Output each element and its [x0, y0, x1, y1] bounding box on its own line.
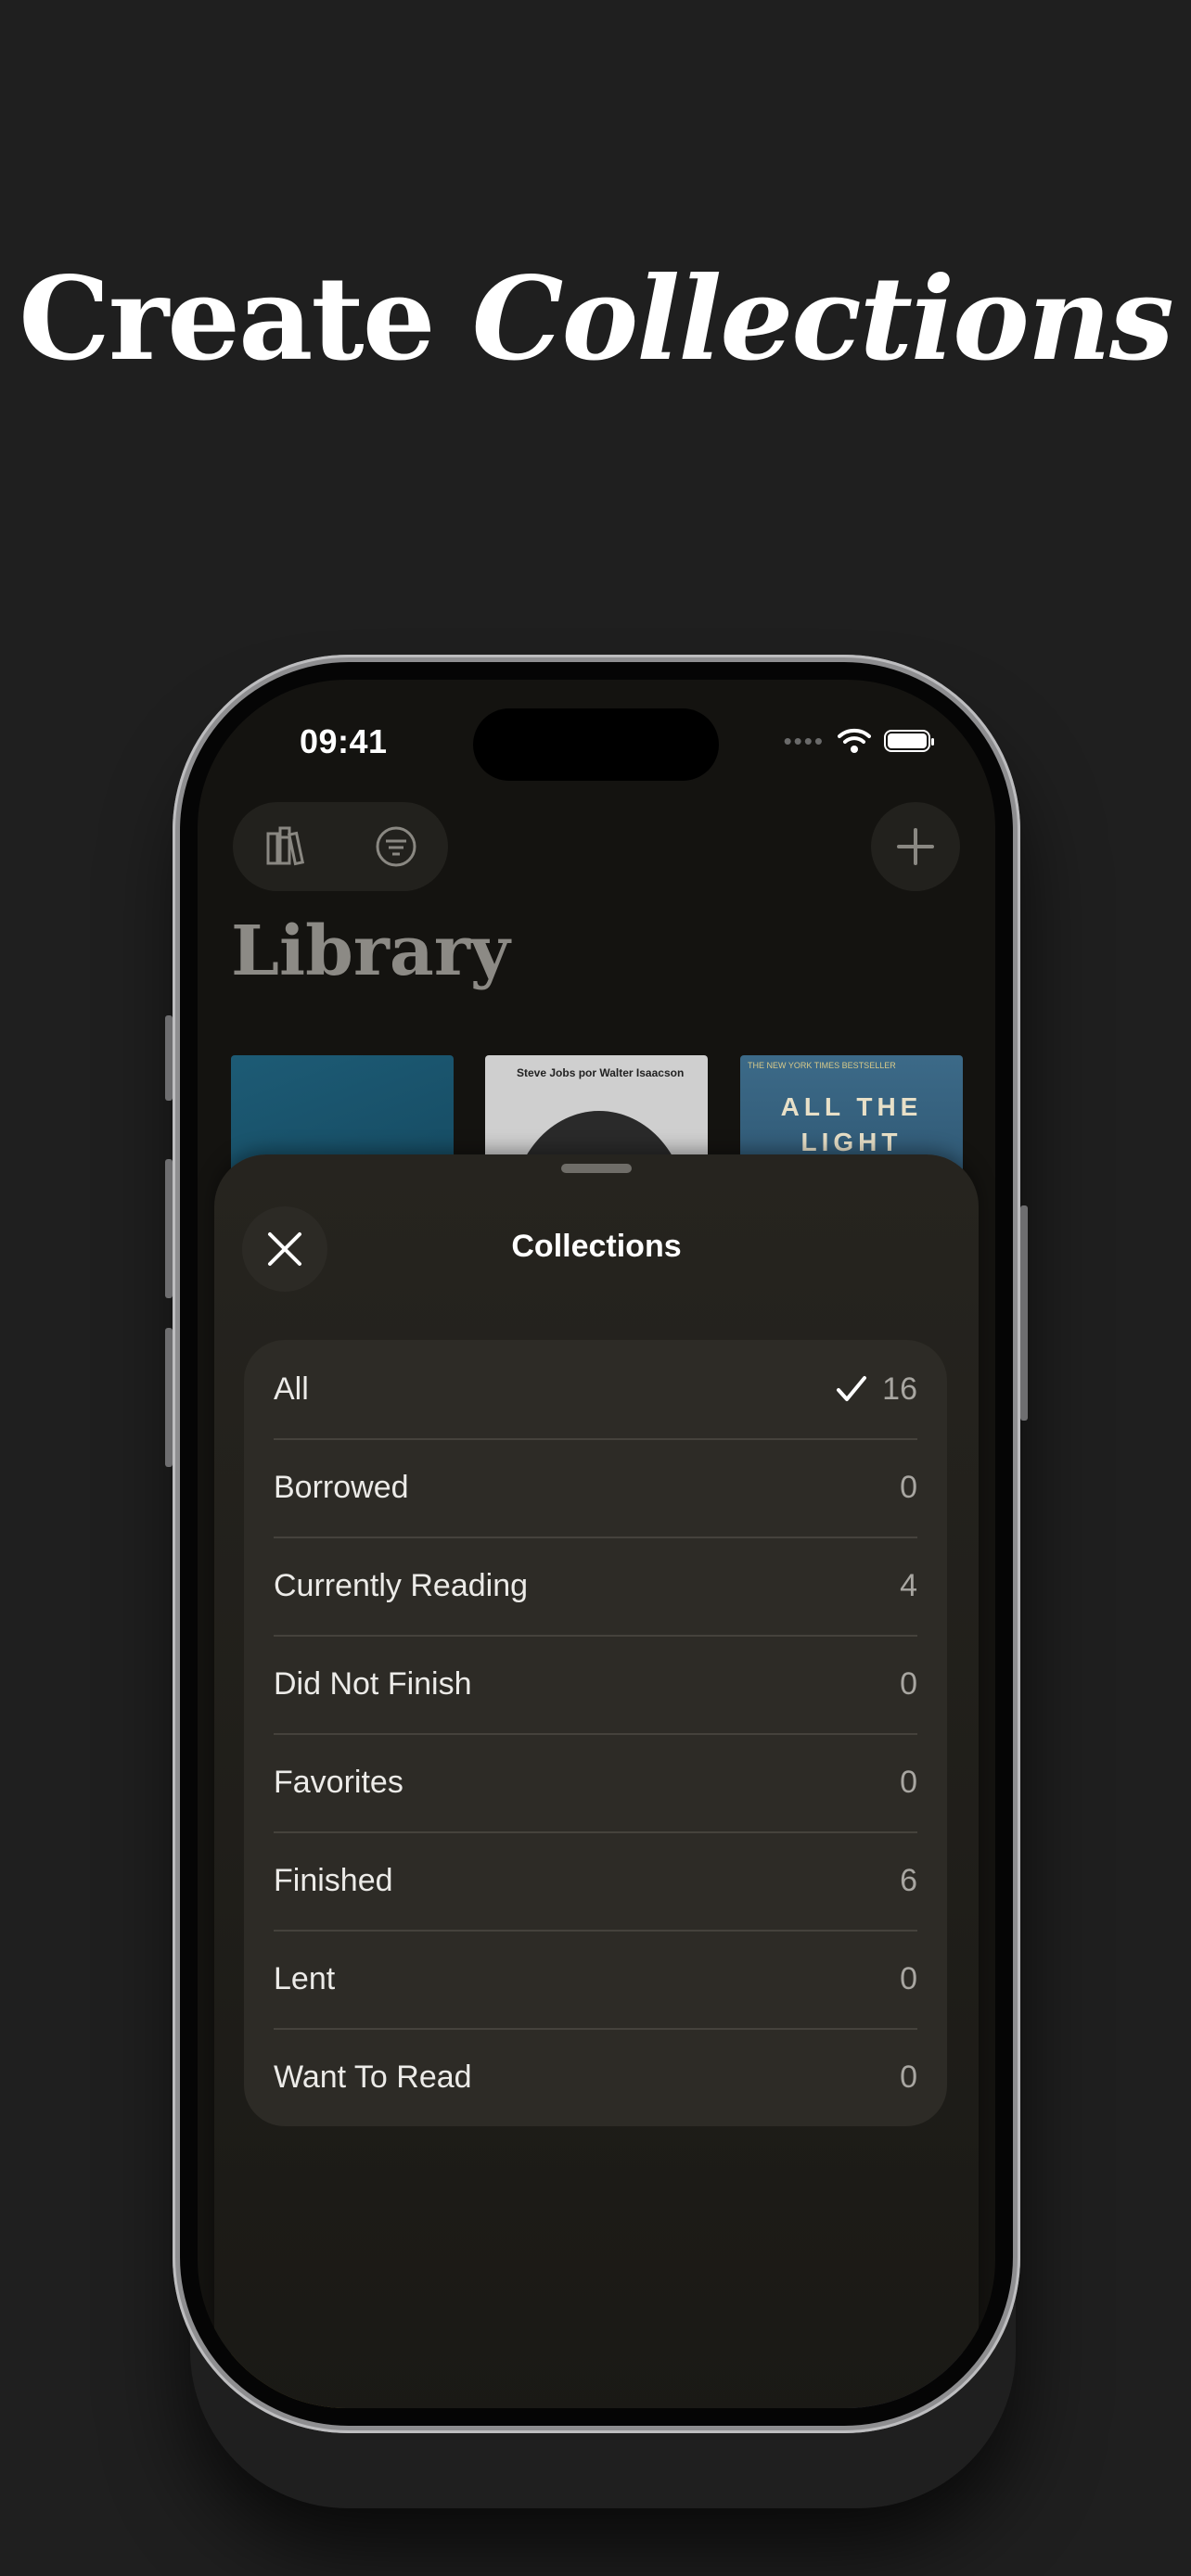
collection-count: 0 — [900, 1764, 917, 1800]
signal-icon: •••• — [783, 727, 825, 755]
collection-count: 0 — [900, 1960, 917, 1996]
collection-count: 0 — [900, 1665, 917, 1702]
collection-count: 0 — [900, 2059, 917, 2095]
status-icons: •••• — [783, 727, 934, 755]
sheet-title: Collections — [511, 1229, 682, 1264]
dynamic-island — [473, 708, 719, 781]
bookshelf-icon[interactable] — [264, 824, 309, 869]
collection-label: Currently Reading — [274, 1567, 529, 1603]
collection-label: Favorites — [274, 1764, 403, 1800]
collection-label: Finished — [274, 1862, 393, 1898]
side-button — [1020, 1205, 1028, 1421]
book-cover-title-line2: LIGHT — [800, 1128, 903, 1156]
add-button[interactable] — [871, 802, 960, 891]
book-cover-text: Steve Jobs por Walter Isaacson — [517, 1066, 685, 1079]
headline-italic: Collections — [471, 252, 1174, 387]
checkmark-icon — [836, 1375, 867, 1403]
collection-row-lent[interactable]: Lent 0 — [244, 1930, 947, 2028]
volume-down-button — [165, 1328, 173, 1467]
volume-up-button — [165, 1159, 173, 1298]
battery-icon — [884, 730, 934, 752]
collections-sheet: Collections All 16 Borrowed 0 Currently … — [214, 1154, 979, 2408]
filter-icon[interactable] — [374, 824, 418, 869]
headline-regular: Create — [19, 252, 435, 387]
book-cover-title-line1: ALL THE — [780, 1092, 923, 1121]
phone-screen: 09:41 •••• Library Steve Jobs por Walter… — [198, 680, 995, 2408]
collection-row-finished[interactable]: Finished 6 — [244, 1831, 947, 1930]
collection-row-did-not-finish[interactable]: Did Not Finish 0 — [244, 1635, 947, 1733]
collection-count: 16 — [882, 1371, 917, 1407]
wifi-icon — [838, 728, 871, 753]
page-title: Library — [231, 912, 510, 991]
library-toolbar — [233, 802, 448, 891]
collection-row-currently-reading[interactable]: Currently Reading 4 — [244, 1537, 947, 1635]
action-button — [165, 1015, 173, 1101]
collection-row-want-to-read[interactable]: Want To Read 0 — [244, 2028, 947, 2126]
book-cover-tagline: THE NEW YORK TIMES BESTSELLER — [748, 1061, 896, 1070]
collection-row-favorites[interactable]: Favorites 0 — [244, 1733, 947, 1831]
collection-label: Lent — [274, 1960, 336, 1996]
status-time: 09:41 — [300, 722, 388, 760]
collection-count: 0 — [900, 1469, 917, 1505]
plus-icon — [897, 828, 934, 865]
collection-row-all[interactable]: All 16 — [244, 1340, 947, 1438]
collection-count: 4 — [900, 1567, 917, 1603]
headline: Create Collections — [0, 250, 1191, 389]
collection-label: Borrowed — [274, 1469, 409, 1505]
sheet-grabber[interactable] — [561, 1164, 632, 1173]
collection-label: Want To Read — [274, 2059, 472, 2095]
collection-count: 6 — [900, 1862, 917, 1898]
collections-list: All 16 Borrowed 0 Currently Reading 4 Di… — [244, 1340, 947, 2126]
collection-label: Did Not Finish — [274, 1665, 472, 1702]
collection-label: All — [274, 1371, 309, 1407]
collection-row-borrowed[interactable]: Borrowed 0 — [244, 1438, 947, 1537]
